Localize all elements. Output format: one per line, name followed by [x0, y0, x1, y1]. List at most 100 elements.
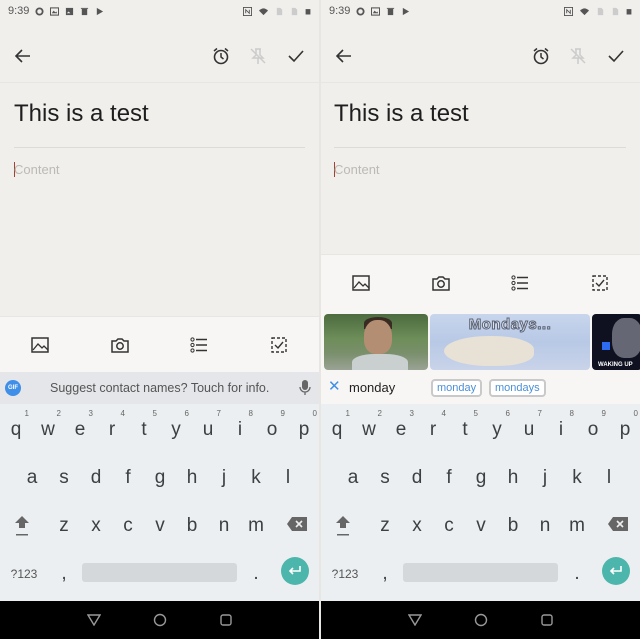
- key-e[interactable]: e3: [64, 406, 96, 451]
- key-j[interactable]: j: [529, 454, 561, 499]
- key-l[interactable]: l: [593, 454, 625, 499]
- image-icon[interactable]: [349, 271, 373, 295]
- checkbox-icon[interactable]: [588, 271, 612, 295]
- back-nav-icon[interactable]: [407, 612, 423, 628]
- close-icon[interactable]: ✕: [328, 379, 341, 395]
- camera-icon[interactable]: [108, 333, 132, 357]
- gif-search-input[interactable]: monday: [349, 380, 395, 395]
- check-icon[interactable]: [604, 44, 628, 68]
- key-o[interactable]: o9: [256, 406, 288, 451]
- key-x[interactable]: x: [80, 502, 112, 547]
- symbols-key[interactable]: ?123: [6, 550, 42, 595]
- key-m[interactable]: m: [240, 502, 272, 547]
- recents-nav-icon[interactable]: [539, 612, 555, 628]
- key-x[interactable]: x: [401, 502, 433, 547]
- key-g[interactable]: g: [465, 454, 497, 499]
- key-w[interactable]: w2: [32, 406, 64, 451]
- gif-badge-icon[interactable]: GIF: [5, 380, 21, 396]
- shift-key[interactable]: [327, 502, 359, 547]
- key-k[interactable]: k: [240, 454, 272, 499]
- key-j[interactable]: j: [208, 454, 240, 499]
- key-o[interactable]: o9: [577, 406, 609, 451]
- camera-icon[interactable]: [429, 271, 453, 295]
- key-g[interactable]: g: [144, 454, 176, 499]
- key-r[interactable]: r4: [417, 406, 449, 451]
- key-u[interactable]: u7: [513, 406, 545, 451]
- comma-key[interactable]: ,: [48, 550, 80, 595]
- key-l[interactable]: l: [272, 454, 304, 499]
- key-d[interactable]: d: [80, 454, 112, 499]
- alarm-clock-icon[interactable]: [529, 44, 553, 68]
- key-z[interactable]: z: [369, 502, 401, 547]
- note-title-input[interactable]: This is a test: [14, 100, 149, 128]
- back-nav-icon[interactable]: [86, 612, 102, 628]
- image-icon[interactable]: [28, 333, 52, 357]
- microphone-icon[interactable]: [299, 380, 311, 396]
- key-v[interactable]: v: [144, 502, 176, 547]
- key-u[interactable]: u7: [192, 406, 224, 451]
- check-icon[interactable]: [284, 44, 308, 68]
- key-v[interactable]: v: [465, 502, 497, 547]
- key-i[interactable]: i8: [545, 406, 577, 451]
- key-y[interactable]: y6: [160, 406, 192, 451]
- pin-off-icon[interactable]: [566, 44, 590, 68]
- checkbox-icon[interactable]: [267, 333, 291, 357]
- backspace-key[interactable]: [602, 502, 634, 547]
- note-title-input[interactable]: This is a test: [334, 100, 469, 128]
- note-content-input[interactable]: Content: [14, 162, 60, 177]
- key-a[interactable]: a: [337, 454, 369, 499]
- list-icon[interactable]: [508, 271, 532, 295]
- key-b[interactable]: b: [497, 502, 529, 547]
- alarm-clock-icon[interactable]: [209, 44, 233, 68]
- recents-nav-icon[interactable]: [218, 612, 234, 628]
- shift-key[interactable]: [6, 502, 38, 547]
- key-z[interactable]: z: [48, 502, 80, 547]
- space-key[interactable]: [403, 563, 558, 582]
- key-n[interactable]: n: [208, 502, 240, 547]
- enter-key[interactable]: [281, 557, 309, 585]
- key-p[interactable]: p0: [288, 406, 319, 451]
- space-key[interactable]: [82, 563, 237, 582]
- key-p[interactable]: p0: [609, 406, 640, 451]
- key-w[interactable]: w2: [353, 406, 385, 451]
- backspace-key[interactable]: [281, 502, 313, 547]
- pin-off-icon[interactable]: [246, 44, 270, 68]
- key-t[interactable]: t5: [449, 406, 481, 451]
- key-m[interactable]: m: [561, 502, 593, 547]
- suggestion-strip[interactable]: GIF Suggest contact names? Touch for inf…: [0, 372, 319, 404]
- back-arrow-icon[interactable]: [332, 44, 356, 68]
- symbols-key[interactable]: ?123: [327, 550, 363, 595]
- gif-result[interactable]: WAKING UP: [592, 314, 640, 370]
- note-content-input[interactable]: Content: [334, 162, 380, 177]
- back-arrow-icon[interactable]: [11, 44, 35, 68]
- gif-result[interactable]: [324, 314, 428, 370]
- period-key[interactable]: .: [561, 550, 593, 595]
- gif-result[interactable]: Mondays...: [430, 314, 590, 370]
- suggestion-text[interactable]: Suggest contact names? Touch for info.: [50, 381, 269, 395]
- key-n[interactable]: n: [529, 502, 561, 547]
- key-c[interactable]: c: [112, 502, 144, 547]
- key-h[interactable]: h: [176, 454, 208, 499]
- key-b[interactable]: b: [176, 502, 208, 547]
- list-icon[interactable]: [187, 333, 211, 357]
- key-i[interactable]: i8: [224, 406, 256, 451]
- key-q[interactable]: q1: [321, 406, 353, 451]
- period-key[interactable]: .: [240, 550, 272, 595]
- enter-key[interactable]: [602, 557, 630, 585]
- home-nav-icon[interactable]: [152, 612, 168, 628]
- key-r[interactable]: r4: [96, 406, 128, 451]
- comma-key[interactable]: ,: [369, 550, 401, 595]
- key-f[interactable]: f: [433, 454, 465, 499]
- home-nav-icon[interactable]: [473, 612, 489, 628]
- key-d[interactable]: d: [401, 454, 433, 499]
- key-e[interactable]: e3: [385, 406, 417, 451]
- key-c[interactable]: c: [433, 502, 465, 547]
- key-h[interactable]: h: [497, 454, 529, 499]
- key-f[interactable]: f: [112, 454, 144, 499]
- key-s[interactable]: s: [48, 454, 80, 499]
- key-t[interactable]: t5: [128, 406, 160, 451]
- search-chip[interactable]: mondays: [489, 379, 546, 397]
- key-q[interactable]: q1: [0, 406, 32, 451]
- key-a[interactable]: a: [16, 454, 48, 499]
- key-s[interactable]: s: [369, 454, 401, 499]
